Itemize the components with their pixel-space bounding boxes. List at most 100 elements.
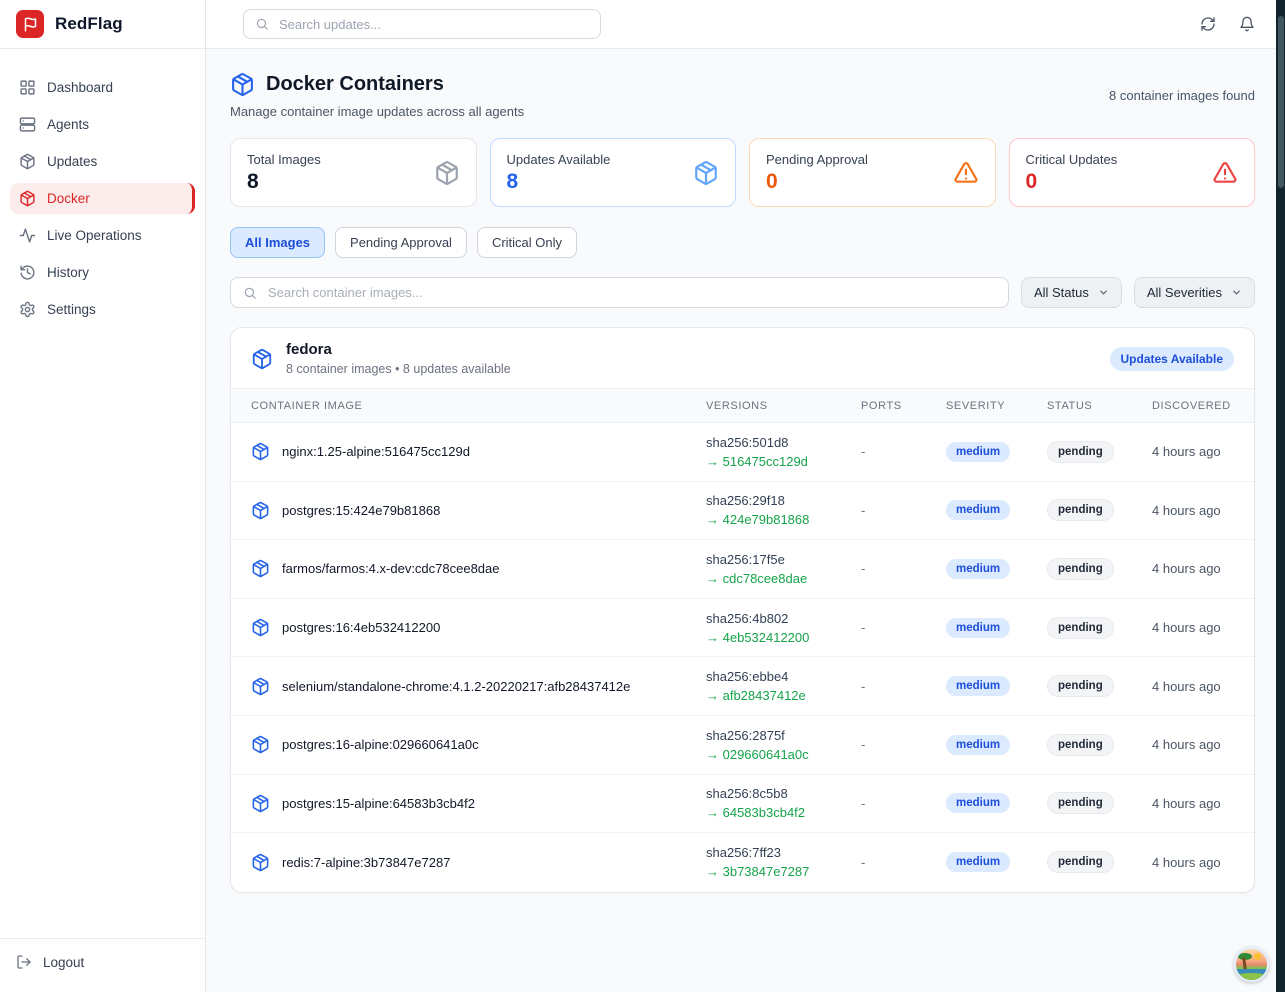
sidebar-item-label: Agents — [47, 117, 89, 132]
container-box-icon — [251, 559, 270, 578]
ports-value: - — [861, 737, 946, 752]
container-box-icon — [251, 794, 270, 813]
table-row[interactable]: postgres:16:4eb532412200 sha256:4b802 → … — [231, 599, 1254, 658]
container-box-icon — [251, 735, 270, 754]
table-body: nginx:1.25-alpine:516475cc129d sha256:50… — [231, 423, 1254, 892]
package-icon — [19, 153, 36, 170]
tab-pending-approval[interactable]: Pending Approval — [335, 227, 467, 258]
group-header: fedora 8 container images • 8 updates av… — [231, 328, 1254, 388]
discovered-value: 4 hours ago — [1152, 503, 1234, 518]
version-current: sha256:8c5b8 — [706, 786, 861, 801]
bell-icon[interactable] — [1239, 16, 1255, 32]
page-header: Docker Containers Manage container image… — [230, 72, 1255, 119]
status-badge: pending — [1047, 851, 1114, 873]
sidebar-item-label: Docker — [47, 191, 90, 206]
stat-label: Updates Available — [507, 152, 611, 167]
table-row[interactable]: postgres:16-alpine:029660641a0c sha256:2… — [231, 716, 1254, 775]
discovered-value: 4 hours ago — [1152, 796, 1234, 811]
col-header-status: STATUS — [1047, 400, 1152, 412]
stats-row: Total Images 8 Updates Available 8 Pendi… — [230, 138, 1255, 207]
severity-badge: medium — [946, 559, 1010, 579]
status-filter-select[interactable]: All Status — [1021, 277, 1122, 308]
container-image-name: selenium/standalone-chrome:4.1.2-2022021… — [282, 679, 630, 694]
page-scrollbar[interactable] — [1276, 0, 1285, 992]
status-badge: pending — [1047, 675, 1114, 697]
table-row[interactable]: postgres:15:424e79b81868 sha256:29f18 → … — [231, 482, 1254, 541]
version-new: → 424e79b81868 — [706, 512, 861, 527]
updates-available-badge: Updates Available — [1110, 347, 1234, 371]
severity-badge: medium — [946, 793, 1010, 813]
container-box-icon — [251, 677, 270, 696]
discovered-value: 4 hours ago — [1152, 737, 1234, 752]
ports-value: - — [861, 620, 946, 635]
group-name: fedora — [286, 341, 511, 358]
table-row[interactable]: selenium/standalone-chrome:4.1.2-2022021… — [231, 657, 1254, 716]
package-icon — [434, 160, 460, 186]
sidebar-item-live-operations[interactable]: Live Operations — [10, 220, 195, 251]
table-row[interactable]: postgres:15-alpine:64583b3cb4f2 sha256:8… — [231, 775, 1254, 834]
history-clock-icon — [19, 264, 36, 281]
ports-value: - — [861, 561, 946, 576]
tab-all-images[interactable]: All Images — [230, 227, 325, 258]
main-area: Docker Containers Manage container image… — [206, 0, 1285, 992]
severity-badge: medium — [946, 442, 1010, 462]
version-current: sha256:2875f — [706, 728, 861, 743]
status-badge: pending — [1047, 617, 1114, 639]
sidebar: RedFlag Dashboard Agents Updates Docker … — [0, 0, 206, 992]
version-current: sha256:ebbe4 — [706, 669, 861, 684]
table-row[interactable]: farmos/farmos:4.x-dev:cdc78cee8dae sha25… — [231, 540, 1254, 599]
app-window: RedFlag Dashboard Agents Updates Docker … — [0, 0, 1285, 992]
status-badge: pending — [1047, 792, 1114, 814]
refresh-icon[interactable] — [1200, 16, 1216, 32]
status-badge: pending — [1047, 558, 1114, 580]
version-new: → 4eb532412200 — [706, 630, 861, 645]
stat-card-updates-available: Updates Available 8 — [490, 138, 737, 207]
stat-label: Critical Updates — [1026, 152, 1118, 167]
global-search-input[interactable] — [277, 16, 589, 33]
sidebar-item-history[interactable]: History — [10, 257, 195, 288]
severity-badge: medium — [946, 676, 1010, 696]
image-search[interactable] — [230, 277, 1009, 308]
table-row[interactable]: nginx:1.25-alpine:516475cc129d sha256:50… — [231, 423, 1254, 482]
table-header-row: CONTAINER IMAGE VERSIONS PORTS SEVERITY … — [231, 388, 1254, 423]
status-filter-value: All Status — [1034, 285, 1089, 300]
sidebar-item-agents[interactable]: Agents — [10, 109, 195, 140]
sidebar-item-label: Settings — [47, 302, 96, 317]
search-icon — [255, 17, 269, 31]
stat-value: 0 — [766, 170, 868, 194]
logout-label: Logout — [43, 955, 84, 970]
container-box-icon — [19, 190, 36, 207]
severity-filter-select[interactable]: All Severities — [1134, 277, 1255, 308]
severity-badge: medium — [946, 852, 1010, 872]
sidebar-item-docker[interactable]: Docker — [10, 183, 195, 214]
activity-pulse-icon — [19, 227, 36, 244]
table-row[interactable]: redis:7-alpine:3b73847e7287 sha256:7ff23… — [231, 833, 1254, 892]
sidebar-item-label: Dashboard — [47, 80, 113, 95]
stat-value: 8 — [507, 170, 611, 194]
version-new: → 029660641a0c — [706, 747, 861, 762]
sidebar-item-updates[interactable]: Updates — [10, 146, 195, 177]
logout-button[interactable]: Logout — [16, 954, 189, 970]
status-badge: pending — [1047, 499, 1114, 521]
island-extension-icon[interactable] — [1234, 947, 1269, 982]
discovered-value: 4 hours ago — [1152, 855, 1234, 870]
topbar — [206, 0, 1285, 49]
brand: RedFlag — [0, 0, 205, 49]
ports-value: - — [861, 855, 946, 870]
col-header-ports: PORTS — [861, 400, 946, 412]
image-search-input[interactable] — [266, 284, 996, 301]
scrollbar-thumb[interactable] — [1278, 16, 1284, 188]
version-new: → 3b73847e7287 — [706, 864, 861, 879]
tab-critical-only[interactable]: Critical Only — [477, 227, 577, 258]
stat-label: Pending Approval — [766, 152, 868, 167]
global-search[interactable] — [243, 9, 601, 39]
sidebar-item-settings[interactable]: Settings — [10, 294, 195, 325]
container-image-name: farmos/farmos:4.x-dev:cdc78cee8dae — [282, 561, 500, 576]
page-subtitle: Manage container image updates across al… — [230, 104, 524, 119]
page-title: Docker Containers — [266, 73, 444, 96]
discovered-value: 4 hours ago — [1152, 561, 1234, 576]
container-image-name: postgres:15-alpine:64583b3cb4f2 — [282, 796, 475, 811]
container-box-icon — [251, 853, 270, 872]
sidebar-footer: Logout — [0, 938, 205, 992]
sidebar-item-dashboard[interactable]: Dashboard — [10, 72, 195, 103]
